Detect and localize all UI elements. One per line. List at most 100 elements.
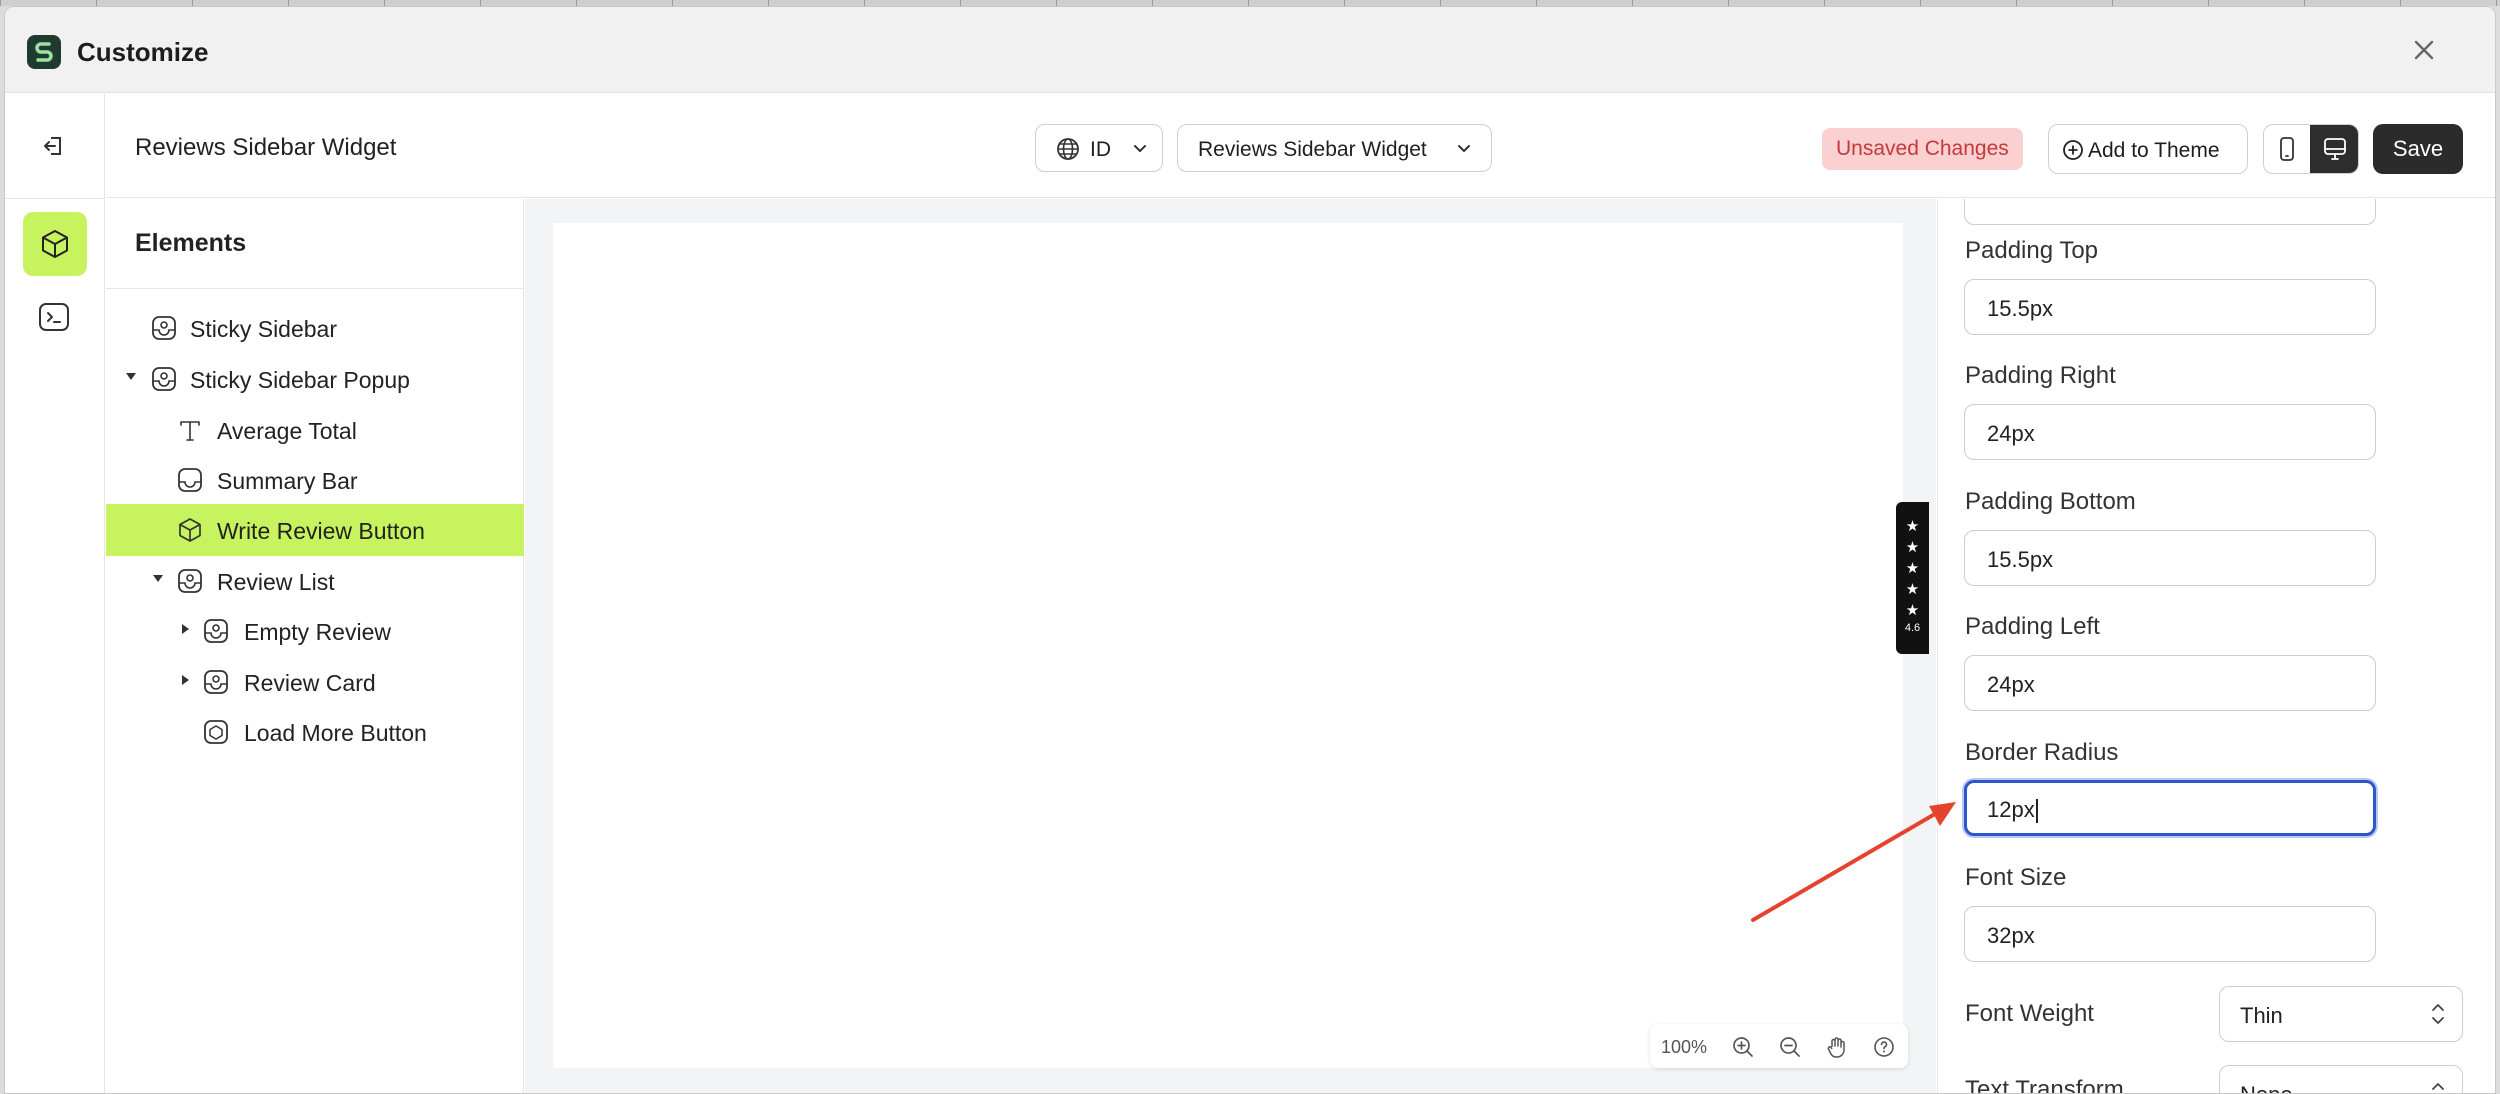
tree-item-sticky-sidebar-popup[interactable]: Sticky Sidebar Popup [106,353,524,405]
border-radius-input[interactable]: 12px [1964,780,2376,836]
left-icon-rail [5,94,105,1093]
mobile-icon [2280,137,2294,161]
preview-canvas[interactable]: ★ ★ ★ ★ ★ 4.6 100% [553,223,1929,1068]
tree-item-load-more-button[interactable]: Load More Button [106,706,524,758]
tree-item-empty-review[interactable]: Empty Review [106,605,524,657]
padding-right-label: Padding Right [1965,362,2116,389]
canvas-area: ★ ★ ★ ★ ★ 4.6 100% [525,199,1936,1093]
border-radius-label: Border Radius [1965,739,2119,766]
text-transform-select[interactable]: None [2219,1065,2463,1093]
section-icon [151,315,177,346]
padding-right-value: 24px [1987,421,2035,446]
tree-item-label: Average Total [217,418,357,444]
padding-bottom-value: 15.5px [1987,547,2054,572]
tree-item-review-list[interactable]: Review List [106,555,524,607]
padding-left-input[interactable]: 24px [1964,655,2376,711]
section-icon [177,568,203,599]
section-icon [203,669,229,700]
elements-panel-button[interactable] [23,212,87,276]
font-weight-select[interactable]: Thin [2219,986,2463,1042]
caret-down-icon[interactable] [126,373,136,380]
window-title: Customize [77,37,209,67]
language-value: ID [1090,138,1111,161]
tree-item-label: Review List [217,569,335,595]
globe-icon [1056,137,1080,166]
caret-right-icon[interactable] [182,624,189,634]
section-icon [151,366,177,397]
editor-header: Reviews Sidebar Widget ID Reviews Sideba… [106,94,2495,198]
unsaved-changes-badge: Unsaved Changes [1822,128,2023,170]
desktop-view-button[interactable] [2310,125,2358,173]
tree-item-average-total[interactable]: Average Total [106,404,524,456]
language-select[interactable]: ID [1035,124,1163,172]
font-weight-value: Thin [2240,1003,2283,1028]
select-updown-icon [2430,1080,2446,1093]
page-select[interactable]: Reviews Sidebar Widget [1177,124,1492,172]
exit-icon[interactable] [38,130,70,167]
padding-bottom-label: Padding Bottom [1965,488,2136,515]
save-button[interactable]: Save [2373,124,2463,174]
tree-item-label: Load More Button [244,720,427,746]
tree-item-label: Sticky Sidebar [190,316,338,342]
cube-icon [177,517,203,548]
desktop-icon [2324,138,2346,160]
title-bar: Customize [5,7,2495,93]
summary-bar-icon [177,467,203,498]
padding-bottom-input[interactable]: 15.5px [1964,530,2376,586]
properties-panel: Padding Top 15.5px Padding Right 24px Pa… [1937,199,2495,1094]
font-size-input[interactable]: 32px [1964,906,2376,962]
zoom-level: 100% [1661,1037,1708,1057]
help-icon[interactable] [1872,1035,1896,1064]
padding-left-value: 24px [1987,672,2035,697]
tree-item-label: Empty Review [244,619,391,645]
padding-top-input[interactable]: 15.5px [1964,279,2376,335]
font-size-value: 32px [1987,923,2035,948]
tree-item-label: Review Card [244,670,376,696]
chevron-down-icon [1132,141,1148,162]
code-icon[interactable] [37,300,71,339]
zoom-in-icon[interactable] [1731,1035,1755,1064]
border-radius-value: 12px [1987,797,2038,824]
previous-field[interactable] [1964,199,2376,225]
tree-item-label: Write Review Button [217,518,425,544]
tree-item-sticky-sidebar[interactable]: Sticky Sidebar [106,302,524,354]
tree-item-write-review-button[interactable]: Write Review Button [106,504,524,556]
text-cursor [2035,799,2038,824]
select-updown-icon [2430,1001,2446,1032]
close-icon[interactable] [2409,35,2439,65]
tree-item-summary-bar[interactable]: Summary Bar [106,454,524,506]
add-to-theme-label: Add to Theme [2088,139,2220,162]
app-logo-icon [27,35,61,69]
font-weight-label: Font Weight [1965,1000,2094,1027]
button-icon [203,719,229,750]
device-toggle [2263,124,2359,174]
border-radius-text: 12px [1987,797,2035,822]
rating-score: 4.6 [1904,622,1921,634]
text-icon [177,417,203,448]
tree-item-review-card[interactable]: Review Card [106,656,524,708]
elements-heading: Elements [135,229,247,257]
add-to-theme-button[interactable]: Add to Theme [2048,124,2248,174]
zoom-out-icon[interactable] [1778,1035,1802,1064]
zoom-toolbar: 100% [1650,1024,1908,1068]
sticky-rating-tab[interactable]: ★ ★ ★ ★ ★ 4.6 [1896,502,1929,654]
customize-window: Customize Reviews Sidebar Widget ID Revi… [4,6,2496,1094]
text-transform-value: None [2240,1082,2293,1093]
tree-item-label: Sticky Sidebar Popup [190,367,410,393]
chevron-down-icon [1456,141,1472,162]
padding-right-input[interactable]: 24px [1964,404,2376,460]
page-select-value: Reviews Sidebar Widget [1198,138,1427,161]
plus-circle-icon [2062,139,2084,166]
page-title: Reviews Sidebar Widget [135,134,397,161]
mobile-view-button[interactable] [2264,125,2310,173]
font-size-label: Font Size [1965,864,2067,891]
elements-tree-panel: Elements Sticky Sidebar Sticky Sidebar P… [106,199,524,1093]
caret-right-icon[interactable] [182,675,189,685]
text-transform-label: Text Transform [1965,1076,2124,1094]
star-icons: ★ ★ ★ ★ ★ [1905,518,1920,619]
section-icon [203,618,229,649]
padding-top-label: Padding Top [1965,237,2099,264]
hand-pan-icon[interactable] [1825,1035,1849,1064]
padding-top-value: 15.5px [1987,296,2054,321]
caret-down-icon[interactable] [153,575,163,582]
